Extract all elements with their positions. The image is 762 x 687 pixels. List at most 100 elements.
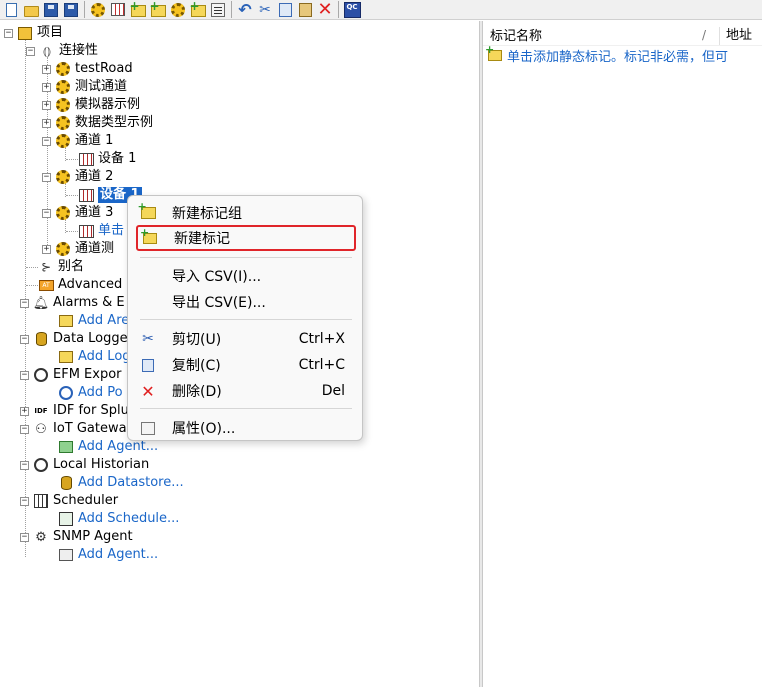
collapse-toggle[interactable]: −	[20, 532, 29, 542]
tree-node-efm[interactable]: − EFM Expor	[20, 366, 122, 384]
collapse-toggle[interactable]: −	[20, 370, 29, 380]
tree-node-connectivity[interactable]: − ⦅⦆ 连接性	[26, 42, 98, 60]
menu-item-label: 属性(O)...	[172, 421, 236, 437]
new-channel-icon[interactable]	[89, 1, 107, 19]
menu-item-shortcut: Del	[321, 383, 345, 399]
tree-node-channel[interactable]: − 通道 3	[42, 204, 113, 222]
tree-node-label: Add Agent...	[78, 439, 159, 454]
tree-node-device[interactable]: 单击	[78, 222, 124, 240]
tree-node-device[interactable]: 设备 1	[78, 150, 136, 168]
tree-node-iot[interactable]: − ⚇ IoT Gatewa	[20, 420, 127, 438]
tree-node-label: 通道 2	[75, 169, 114, 184]
menu-separator	[140, 319, 352, 320]
tree-node-channel[interactable]: + 数据类型示例	[42, 114, 153, 132]
delete-icon[interactable]: ✕	[316, 0, 334, 19]
new-device-icon[interactable]	[109, 1, 127, 19]
menu-item-cut[interactable]: ✂ 剪切(U) Ctrl+X	[136, 326, 356, 352]
tree-node-advanced[interactable]: AT Advanced	[38, 276, 122, 294]
tree-line	[66, 159, 78, 160]
idf-icon: IDF	[34, 407, 48, 415]
save-as-icon[interactable]	[62, 1, 80, 19]
tree-node-channel[interactable]: − 通道 2	[42, 168, 113, 186]
new-icon[interactable]	[2, 1, 20, 19]
tree-line	[26, 267, 38, 268]
tree-node-add[interactable]: Add Agent...	[58, 546, 158, 564]
tree-node-alias[interactable]: ⊱ 别名	[38, 258, 84, 276]
collapse-toggle[interactable]: −	[20, 298, 29, 308]
tree-node-add[interactable]: Add Po	[58, 384, 123, 402]
expand-toggle[interactable]: +	[20, 406, 29, 416]
database-icon	[33, 331, 49, 347]
tree-node-channel[interactable]: + 测试通道	[42, 78, 127, 96]
tree-node-scheduler[interactable]: − Scheduler	[20, 492, 118, 510]
tree-node-idf[interactable]: + IDF IDF for Splu	[20, 402, 129, 420]
collapse-toggle[interactable]: −	[20, 424, 29, 434]
add-log-icon	[58, 349, 74, 365]
tree-node-label: 通道 3	[75, 205, 114, 220]
properties-icon[interactable]	[209, 1, 227, 19]
copy-icon	[140, 357, 156, 373]
tree-node-label: EFM Expor	[53, 367, 122, 382]
collapse-toggle[interactable]: −	[26, 46, 35, 56]
tree-node-add[interactable]: Add Are	[58, 312, 129, 330]
tree-node-channel[interactable]: + testRoad	[42, 60, 133, 78]
expand-toggle[interactable]: +	[42, 118, 51, 128]
collapse-toggle[interactable]: −	[20, 334, 29, 344]
add-tag-hint[interactable]: 单击添加静态标记。标记非必需，但可	[485, 43, 728, 65]
copy-icon[interactable]	[276, 1, 294, 19]
expand-toggle[interactable]: +	[42, 244, 51, 254]
save-icon[interactable]	[42, 1, 60, 19]
channel-properties-icon[interactable]	[169, 1, 187, 19]
column-header-address[interactable]: 地址	[719, 27, 752, 45]
new-tag-group-icon[interactable]	[129, 0, 147, 19]
menu-separator	[140, 408, 352, 409]
tree-node-snmp[interactable]: − ⚙︎ SNMP Agent	[20, 528, 133, 546]
tree-node-channel[interactable]: + 通道测	[42, 240, 114, 258]
menu-item-import-csv[interactable]: 导入 CSV(I)...	[136, 263, 356, 289]
gauge-icon	[33, 367, 49, 383]
tree-node-label: 项目	[37, 25, 64, 40]
collapse-toggle[interactable]: −	[4, 28, 13, 38]
menu-item-export-csv[interactable]: 导出 CSV(E)...	[136, 289, 356, 315]
paste-icon[interactable]	[296, 1, 314, 19]
tag-folder-icon[interactable]	[189, 0, 207, 19]
tree-node-datalogger[interactable]: − Data Logge	[20, 330, 128, 348]
new-tag-icon[interactable]	[149, 0, 167, 19]
expand-toggle[interactable]: +	[42, 100, 51, 110]
menu-item-label: 导入 CSV(I)...	[172, 269, 262, 285]
menu-item-properties[interactable]: 属性(O)...	[136, 415, 356, 441]
tree-node-label: 模拟器示例	[75, 97, 141, 112]
undo-icon[interactable]: ↶	[236, 1, 254, 19]
new-tag-icon	[140, 226, 158, 246]
expand-toggle[interactable]: +	[42, 82, 51, 92]
tree-node-add[interactable]: Add Schedule...	[58, 510, 179, 528]
open-icon[interactable]	[22, 1, 40, 19]
menu-item-new-tag[interactable]: 新建标记	[136, 225, 356, 251]
collapse-toggle[interactable]: −	[20, 460, 29, 470]
collapse-toggle[interactable]: −	[42, 172, 51, 182]
tree-node-label: Add Po	[78, 385, 123, 400]
tree-node-channel[interactable]: − 通道 1	[42, 132, 113, 150]
expand-toggle[interactable]: +	[42, 64, 51, 74]
menu-item-shortcut: Ctrl+C	[298, 357, 345, 373]
new-tag-group-icon	[138, 200, 156, 221]
quick-client-icon[interactable]: QC	[343, 1, 361, 19]
tree-node-project[interactable]: − 项目	[4, 24, 63, 42]
menu-item-copy[interactable]: 复制(C) Ctrl+C	[136, 352, 356, 378]
collapse-toggle[interactable]: −	[42, 208, 51, 218]
menu-item-delete[interactable]: ✕ 删除(D) Del	[136, 378, 356, 404]
column-header-tag-name[interactable]: 标记名称	[483, 25, 705, 44]
device-icon	[78, 223, 94, 239]
tree-node-channel[interactable]: + 模拟器示例	[42, 96, 140, 114]
tree-node-add[interactable]: Add Log	[58, 348, 131, 366]
cut-icon[interactable]: ✂	[256, 1, 274, 19]
tree-node-add[interactable]: Add Datastore...	[58, 474, 184, 492]
tree-node-historian[interactable]: − Local Historian	[20, 456, 149, 474]
tree-node-alarms[interactable]: − 🔔︎ Alarms & E	[20, 294, 125, 312]
calendar-icon	[33, 493, 49, 509]
add-poll-icon	[58, 385, 74, 401]
menu-item-new-tag-group[interactable]: 新建标记组	[136, 200, 356, 226]
collapse-toggle[interactable]: −	[20, 496, 29, 506]
tree-node-label: Add Are	[78, 313, 130, 328]
collapse-toggle[interactable]: −	[42, 136, 51, 146]
